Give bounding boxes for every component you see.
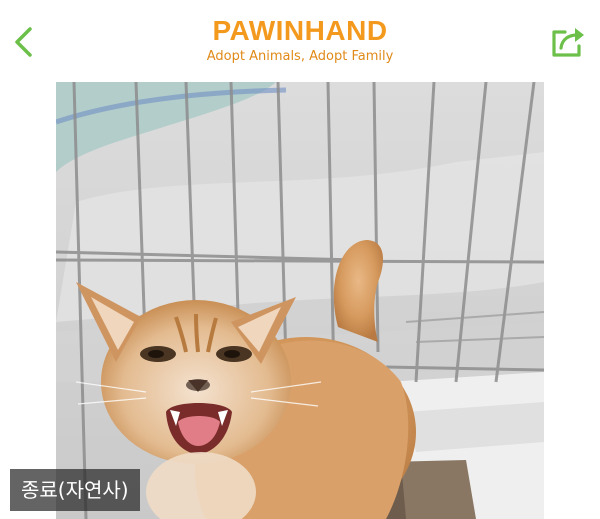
share-icon — [552, 28, 584, 57]
brand-title: PAWINHAND — [212, 15, 388, 46]
status-caption: 종료(자연사) — [10, 469, 140, 511]
animal-photo — [56, 82, 544, 519]
app-screen: PAWINHAND Adopt Animals, Adopt Family 종료… — [0, 0, 600, 519]
share-button[interactable] — [548, 22, 588, 62]
brand-subtitle: Adopt Animals, Adopt Family — [206, 49, 394, 64]
app-header: PAWINHAND Adopt Animals, Adopt Family — [0, 0, 600, 82]
kitten-in-cage-image — [56, 82, 544, 519]
brand-logo: PAWINHAND Adopt Animals, Adopt Family — [0, 14, 600, 65]
